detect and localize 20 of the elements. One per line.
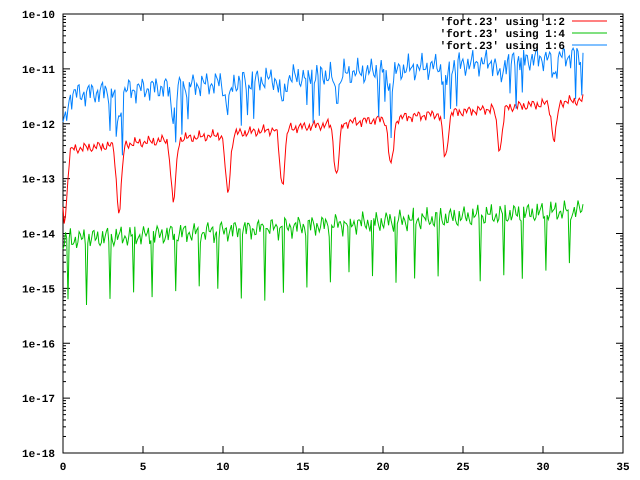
tick-label: 1e-12 (22, 120, 55, 132)
tick-label: 1e-18 (22, 449, 55, 461)
tick-label: 1e-11 (22, 64, 55, 77)
legend-label: 'fort.23' using 1:2 (440, 17, 565, 29)
tick-label: 35 (616, 462, 630, 474)
tick-label: 1e-14 (22, 230, 55, 242)
legend-label: 'fort.23' using 1:6 (440, 41, 565, 53)
tick-label: 15 (296, 462, 310, 474)
tick-label: 1e-15 (22, 284, 55, 296)
tick-label: 20 (376, 462, 390, 474)
tick-label: 1e-10 (22, 10, 55, 22)
tick-label: 10 (216, 462, 230, 474)
tick-label: 5 (140, 462, 146, 474)
tick-label: 1e-17 (22, 394, 55, 406)
tick-label: 0 (60, 462, 66, 474)
legend-label: 'fort.23' using 1:4 (440, 29, 565, 41)
tick-label: 30 (536, 462, 550, 474)
tick-label: 1e-13 (22, 174, 55, 187)
tick-label: 1e-16 (22, 339, 55, 352)
tick-label: 25 (456, 462, 470, 474)
